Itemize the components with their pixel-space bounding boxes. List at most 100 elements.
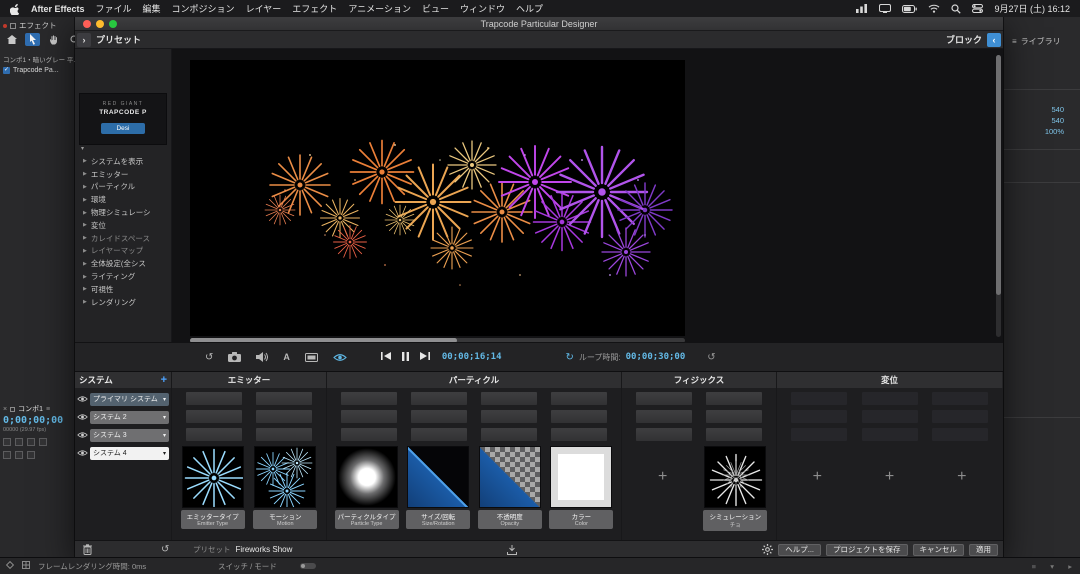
disclosure-icon[interactable]: ▶ bbox=[83, 158, 87, 164]
close-icon[interactable]: × bbox=[3, 406, 7, 413]
mini-block[interactable] bbox=[256, 428, 312, 441]
speaker-icon[interactable] bbox=[256, 352, 268, 362]
presets-drawer-button[interactable]: プリセット bbox=[96, 33, 141, 46]
mini-block[interactable] bbox=[862, 392, 918, 405]
vertical-scrollbar[interactable] bbox=[996, 55, 1001, 337]
visibility-eye-icon[interactable] bbox=[333, 353, 347, 362]
menu-edit[interactable]: 編集 bbox=[143, 2, 161, 15]
minimize-window-button[interactable] bbox=[96, 20, 104, 28]
mini-block[interactable] bbox=[636, 392, 692, 405]
system-row-primary[interactable]: プライマリ システム▾ bbox=[77, 392, 169, 406]
mini-block[interactable] bbox=[636, 428, 692, 441]
mini-block[interactable] bbox=[411, 410, 467, 423]
mini-block[interactable] bbox=[706, 428, 762, 441]
system-row-2[interactable]: システム 2▾ bbox=[77, 410, 169, 424]
mini-block[interactable] bbox=[791, 410, 847, 423]
mini-block[interactable] bbox=[551, 428, 607, 441]
display-icon[interactable] bbox=[879, 4, 891, 13]
blocks-expand-icon[interactable]: ‹ bbox=[987, 33, 1001, 47]
chevron-down-icon[interactable]: ▾ bbox=[163, 450, 166, 457]
mini-block[interactable] bbox=[186, 410, 242, 423]
designer-button[interactable]: Desi bbox=[101, 123, 145, 134]
property-value-scale[interactable]: 100% bbox=[1045, 127, 1064, 136]
mini-block[interactable] bbox=[551, 410, 607, 423]
window-titlebar[interactable]: Trapcode Particular Designer bbox=[75, 17, 1003, 31]
timeline-tab[interactable]: × コンポ1 ≡ bbox=[3, 404, 50, 414]
close-window-button[interactable] bbox=[83, 20, 91, 28]
status-icon-c[interactable]: ▸ bbox=[1068, 562, 1072, 571]
mini-block[interactable] bbox=[341, 392, 397, 405]
refresh-icon[interactable]: ↺ bbox=[707, 352, 715, 363]
save-preset-button[interactable] bbox=[507, 541, 517, 558]
quality-toggle[interactable] bbox=[27, 451, 35, 459]
selection-tool-button[interactable] bbox=[25, 33, 40, 46]
disclosure-icon[interactable]: ▶ bbox=[83, 222, 87, 228]
effect-controls-tab[interactable]: エフェクト bbox=[3, 20, 57, 31]
menu-animation[interactable]: アニメーション bbox=[348, 2, 411, 15]
grid-icon[interactable] bbox=[22, 561, 30, 571]
tree-item-physics[interactable]: ▶物理シミュレーシ bbox=[75, 206, 171, 219]
mini-block[interactable] bbox=[636, 410, 692, 423]
menu-icon[interactable]: ≡ bbox=[46, 406, 50, 413]
eye-icon[interactable] bbox=[77, 395, 88, 403]
pause-button[interactable] bbox=[402, 352, 409, 363]
presets-expand-icon[interactable]: › bbox=[77, 33, 91, 47]
system-row-3[interactable]: システム 3▾ bbox=[77, 428, 169, 442]
disclosure-icon[interactable]: ▶ bbox=[83, 210, 87, 216]
cancel-button[interactable]: キャンセル bbox=[913, 544, 965, 556]
tree-item-lighting[interactable]: ▶ライティング bbox=[75, 270, 171, 283]
mini-block[interactable] bbox=[411, 392, 467, 405]
mini-block[interactable] bbox=[932, 428, 988, 441]
simulation-card[interactable]: シミュレーションチョ bbox=[703, 446, 767, 531]
help-button[interactable]: ヘルプ... bbox=[778, 544, 821, 556]
blend-toggle[interactable] bbox=[15, 451, 23, 459]
menu-layer[interactable]: レイヤー bbox=[246, 2, 282, 15]
tree-item-visibility[interactable]: ▶可視性 bbox=[75, 283, 171, 296]
mini-block[interactable] bbox=[186, 392, 242, 405]
disclosure-icon[interactable]: ▶ bbox=[83, 299, 87, 305]
disclosure-icon[interactable]: ▶ bbox=[83, 171, 87, 177]
blocks-drawer-button[interactable]: ブロック bbox=[946, 33, 982, 46]
eye-icon[interactable] bbox=[77, 449, 88, 457]
add-aux-block-2[interactable]: + bbox=[858, 446, 922, 508]
tree-item-show-system[interactable]: ▶システムを表示 bbox=[75, 155, 171, 168]
disclosure-icon[interactable]: ▶ bbox=[83, 197, 87, 203]
solo-toggle[interactable] bbox=[27, 438, 35, 446]
system-select-2[interactable]: システム 2▾ bbox=[90, 411, 169, 424]
tree-item-global-settings[interactable]: ▶全体設定(全シス bbox=[75, 257, 171, 270]
menu-effect[interactable]: エフェクト bbox=[292, 2, 337, 15]
add-aux-block-3[interactable]: + bbox=[930, 446, 994, 508]
tree-item-kaleidospace[interactable]: ▶カレイドスペース bbox=[75, 232, 171, 245]
mini-block[interactable] bbox=[932, 392, 988, 405]
size-rotation-card[interactable]: サイズ/回転Size/Rotation bbox=[406, 446, 470, 529]
disclosure-icon[interactable]: ▶ bbox=[83, 184, 87, 190]
mini-block[interactable] bbox=[551, 392, 607, 405]
menubar-app-name[interactable]: After Effects bbox=[31, 4, 85, 14]
next-frame-button[interactable] bbox=[420, 352, 430, 362]
mini-block[interactable] bbox=[932, 410, 988, 423]
current-timecode[interactable]: 00;00;16;14 bbox=[442, 352, 502, 362]
tree-item-rendering[interactable]: ▶レンダリング bbox=[75, 296, 171, 309]
home-tool-button[interactable] bbox=[4, 33, 19, 46]
zoom-window-button[interactable] bbox=[109, 20, 117, 28]
mini-block[interactable] bbox=[341, 428, 397, 441]
particle-type-card[interactable]: パーティクルタイプParticle Type bbox=[335, 446, 399, 529]
monitor-icon[interactable] bbox=[305, 353, 318, 362]
eye-toggle[interactable] bbox=[3, 438, 11, 446]
motion-card[interactable]: モーションMotion bbox=[253, 446, 317, 529]
effect-enabled-checkbox[interactable]: ✓ bbox=[3, 67, 10, 74]
plus-icon[interactable]: + bbox=[931, 446, 993, 508]
add-aux-block-1[interactable]: + bbox=[785, 446, 849, 508]
menu-window[interactable]: ウィンドウ bbox=[460, 2, 505, 15]
undo-icon[interactable]: ↺ bbox=[205, 352, 213, 363]
system-select-3[interactable]: システム 3▾ bbox=[90, 429, 169, 442]
plus-icon[interactable]: + bbox=[786, 446, 848, 508]
add-system-button[interactable]: + bbox=[161, 374, 167, 386]
mini-block[interactable] bbox=[706, 392, 762, 405]
apply-button[interactable]: 適用 bbox=[969, 544, 998, 556]
tree-item-emitter[interactable]: ▶エミッター bbox=[75, 168, 171, 181]
disclosure-icon[interactable]: ▶ bbox=[83, 261, 87, 267]
tree-item-layer-map[interactable]: ▶レイヤーマップ bbox=[75, 245, 171, 258]
plus-icon[interactable]: + bbox=[632, 446, 694, 508]
mini-block[interactable] bbox=[791, 392, 847, 405]
